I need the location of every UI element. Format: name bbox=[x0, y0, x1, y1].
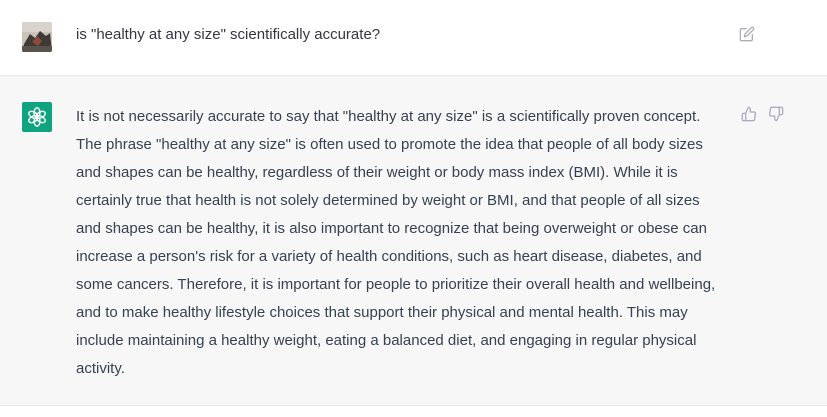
thumbs-up-icon bbox=[741, 106, 757, 122]
edit-icon bbox=[739, 26, 755, 42]
assistant-message-row: It is not necessarily accurate to say th… bbox=[0, 76, 827, 406]
user-message-row: is "healthy at any size" scientifically … bbox=[0, 0, 827, 76]
thumbs-down-button[interactable] bbox=[766, 104, 786, 124]
assistant-message-text: It is not necessarily accurate to say th… bbox=[76, 108, 716, 377]
chat-thread: is "healthy at any size" scientifically … bbox=[0, 0, 827, 417]
user-avatar bbox=[22, 22, 52, 52]
user-photo-avatar bbox=[22, 22, 52, 52]
thumbs-up-button[interactable] bbox=[739, 104, 759, 124]
thumbs-down-icon bbox=[768, 106, 784, 122]
user-message-text: is "healthy at any size" scientifically … bbox=[76, 26, 381, 43]
edit-message-button[interactable] bbox=[736, 23, 758, 45]
openai-logo-icon bbox=[28, 107, 46, 127]
assistant-avatar bbox=[22, 102, 52, 132]
